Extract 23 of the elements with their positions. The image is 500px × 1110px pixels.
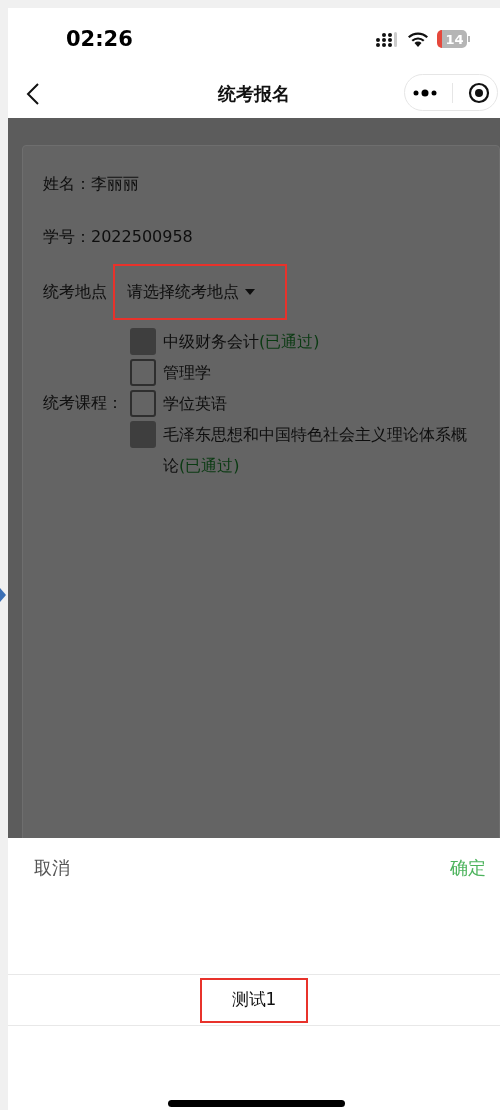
cancel-button[interactable]: 取消 <box>28 855 76 881</box>
course-name: 中级财务会计(已通过) <box>163 331 320 353</box>
course-name: 毛泽东思想和中国特色社会主义理论体系概论(已通过) <box>163 424 468 477</box>
caret-icon <box>0 588 6 602</box>
target-icon[interactable] <box>467 81 490 104</box>
option-label: 测试1 <box>199 977 309 1023</box>
page-title: 统考报名 <box>218 82 290 106</box>
courses-label: 统考课程： <box>43 393 124 414</box>
course-name: 学位英语 <box>163 393 227 415</box>
course-name: 管理学 <box>163 362 211 384</box>
location-label: 统考地点 <box>43 281 107 303</box>
battery-icon: 14 <box>437 30 470 48</box>
status-time: 02:26 <box>66 27 133 51</box>
checkbox[interactable] <box>130 359 156 386</box>
student-id-text: 学号：2022500958 <box>43 227 193 248</box>
picker-option[interactable]: 测试1 <box>8 974 500 1026</box>
signal-icon <box>375 31 399 47</box>
name-text: 姓名：李丽丽 <box>43 174 139 195</box>
wifi-icon <box>407 31 429 47</box>
checkbox[interactable] <box>130 390 156 417</box>
dropdown-caret-icon <box>245 289 255 295</box>
back-icon[interactable] <box>26 83 40 105</box>
more-icon[interactable] <box>412 88 437 97</box>
